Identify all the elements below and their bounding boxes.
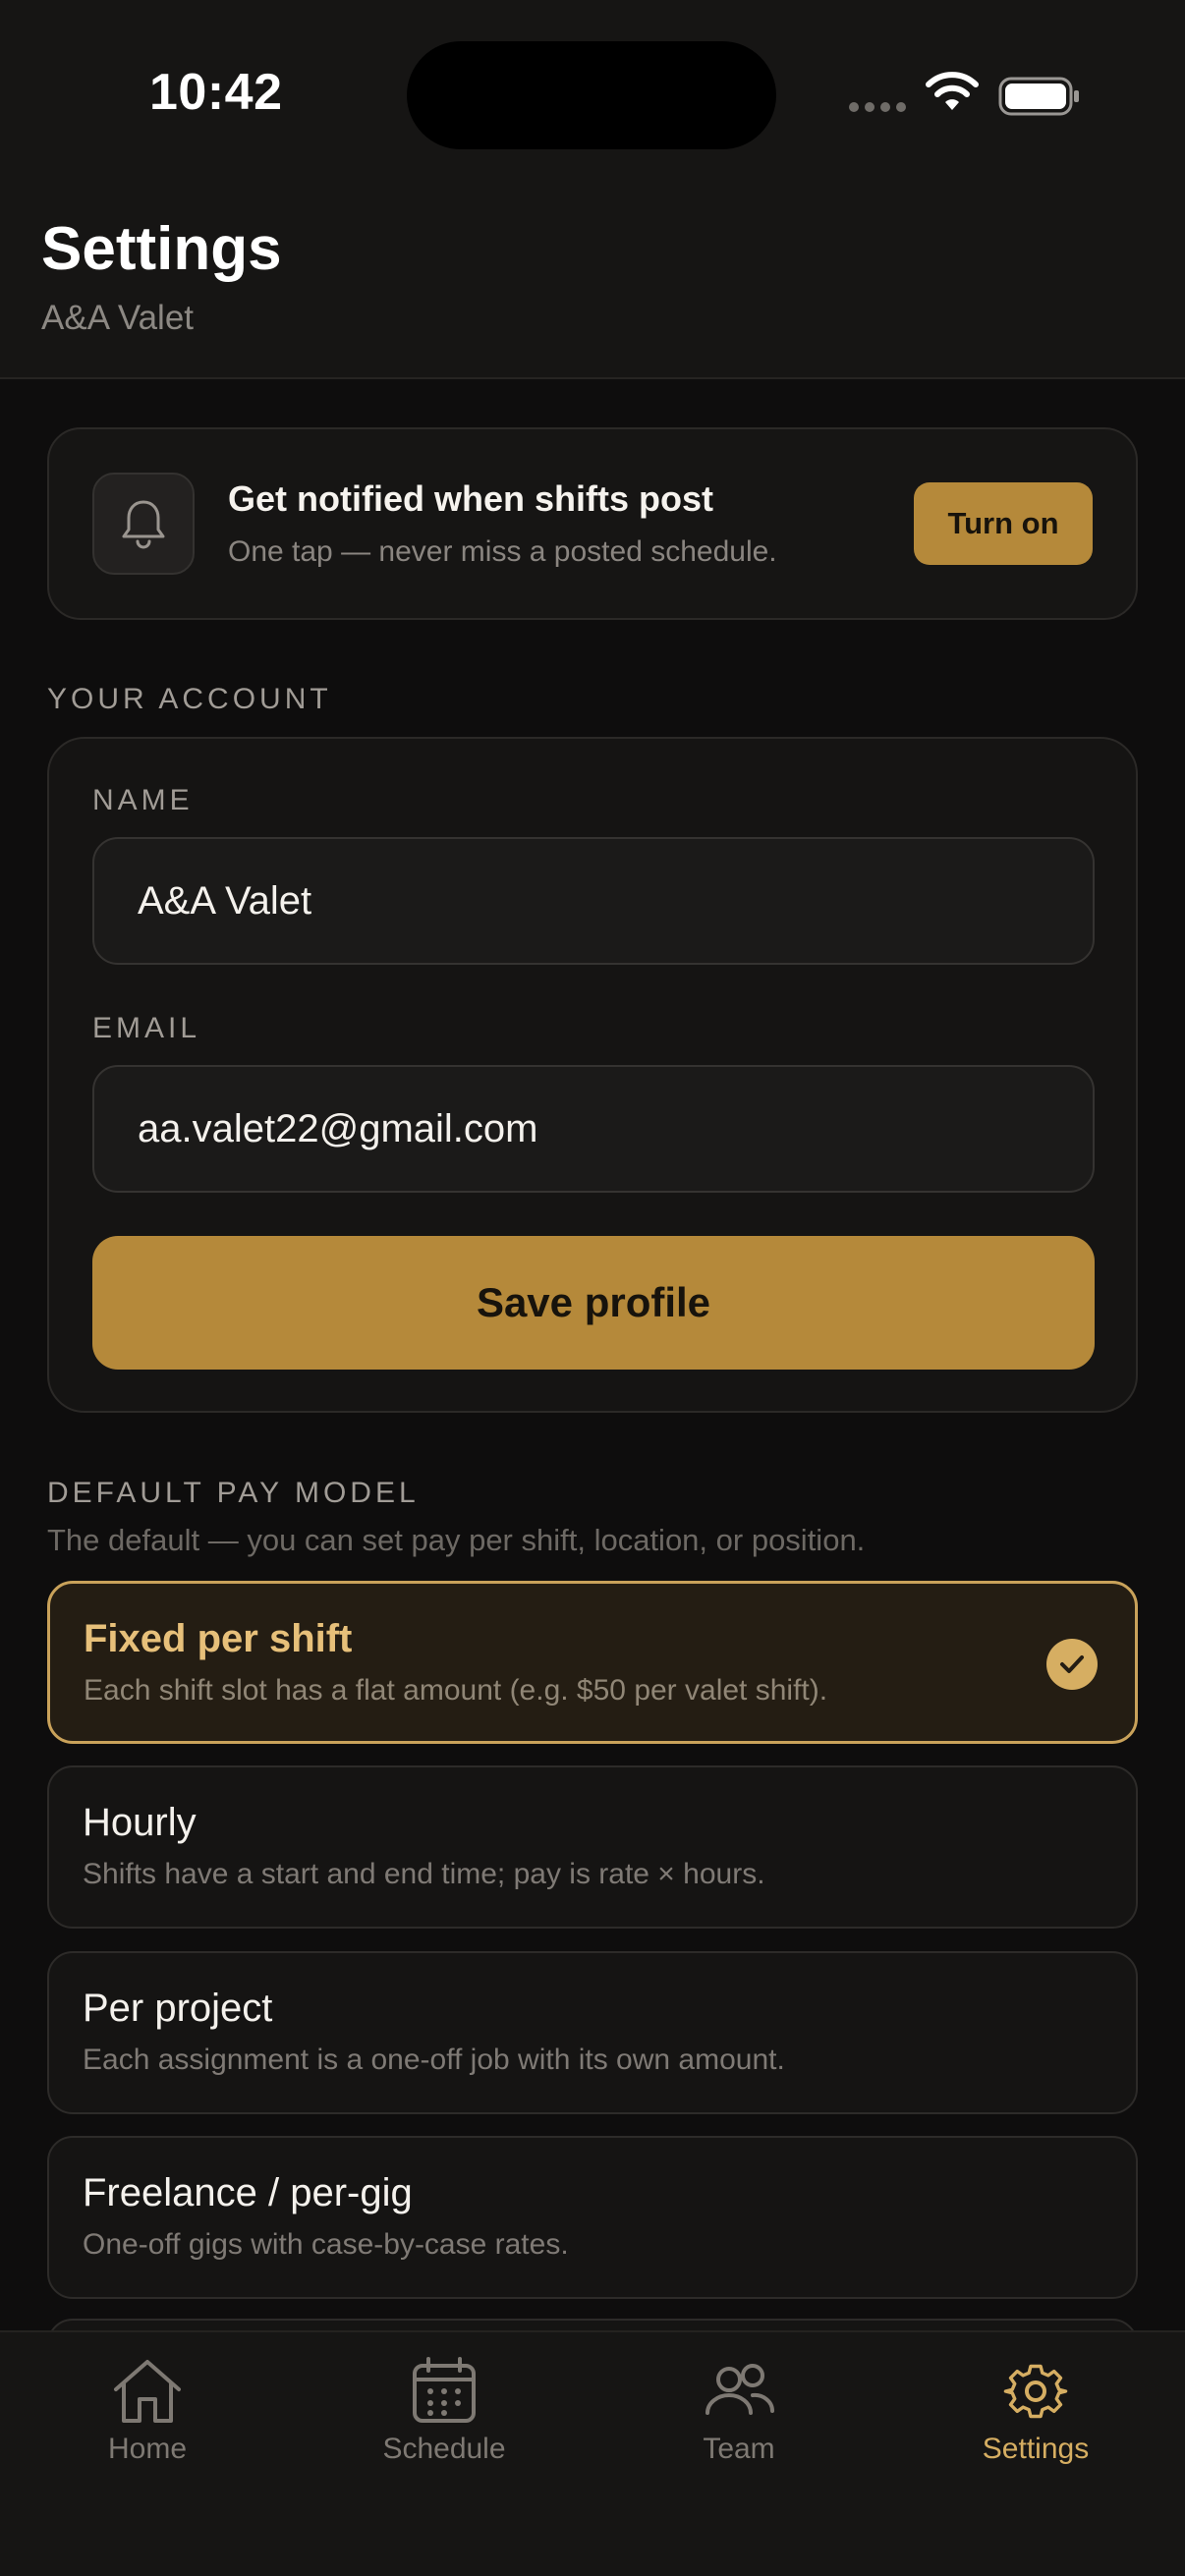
wifi-icon bbox=[926, 72, 979, 110]
tab-schedule-label: Schedule bbox=[382, 2433, 506, 2465]
pay-option-title: Per project bbox=[83, 1987, 273, 2030]
pay-option-hourly[interactable]: Hourly Shifts have a start and end time;… bbox=[47, 1765, 1138, 1929]
gear-icon bbox=[1003, 2364, 1068, 2419]
pay-model-section-label: DEFAULT PAY MODEL bbox=[47, 1477, 420, 1509]
name-field[interactable]: A&A Valet bbox=[92, 837, 1095, 965]
bottom-tab-bar: Home Schedule Team Settings bbox=[0, 2330, 1185, 2576]
pay-option-freelance-per-gig[interactable]: Freelance / per-gig One-off gigs with ca… bbox=[47, 2136, 1138, 2299]
page-title: Settings bbox=[41, 215, 282, 283]
battery-icon bbox=[998, 77, 1079, 116]
save-profile-button[interactable]: Save profile bbox=[92, 1236, 1095, 1370]
pay-model-description: The default — you can set pay per shift,… bbox=[47, 1523, 866, 1557]
email-field[interactable]: aa.valet22@gmail.com bbox=[92, 1065, 1095, 1193]
email-field-label: EMAIL bbox=[92, 1012, 201, 1044]
tab-team[interactable]: Team bbox=[592, 2356, 886, 2503]
tab-settings[interactable]: Settings bbox=[888, 2356, 1183, 2503]
team-icon bbox=[705, 2364, 775, 2415]
home-icon bbox=[114, 2360, 181, 2423]
tab-home-label: Home bbox=[107, 2433, 188, 2465]
calendar-icon bbox=[413, 2357, 476, 2423]
checkmark-icon bbox=[1046, 1639, 1098, 1690]
name-field-label: NAME bbox=[92, 784, 194, 816]
page-header: Settings A&A Valet bbox=[0, 187, 1185, 379]
pay-option-description: Each assignment is a one-off job with it… bbox=[83, 2044, 785, 2076]
pay-option-title: Fixed per shift bbox=[84, 1617, 353, 1660]
tab-home[interactable]: Home bbox=[0, 2356, 295, 2503]
status-bar: 10:42 bbox=[0, 0, 1185, 187]
notification-subtitle: One tap — never miss a posted schedule. bbox=[228, 535, 777, 568]
tab-team-label: Team bbox=[703, 2433, 775, 2465]
pay-option-per-project[interactable]: Per project Each assignment is a one-off… bbox=[47, 1951, 1138, 2114]
notification-title: Get notified when shifts post bbox=[228, 478, 713, 519]
tab-schedule[interactable]: Schedule bbox=[297, 2356, 592, 2503]
pay-option-description: Shifts have a start and end time; pay is… bbox=[83, 1858, 765, 1890]
pay-option-title: Freelance / per-gig bbox=[83, 2171, 413, 2214]
cellular-signal-icon bbox=[849, 102, 906, 112]
turn-on-notifications-button[interactable]: Turn on bbox=[914, 482, 1093, 565]
bell-icon-container bbox=[92, 473, 195, 575]
settings-screen: 10:42 Settings A&A Valet Get notified wh… bbox=[0, 0, 1185, 2576]
pay-option-description: Each shift slot has a flat amount (e.g. … bbox=[84, 1674, 828, 1707]
pay-option-description: One-off gigs with case-by-case rates. bbox=[83, 2228, 569, 2261]
pay-option-title: Hourly bbox=[83, 1801, 197, 1844]
pay-option-fixed-per-shift[interactable]: Fixed per shift Each shift slot has a fl… bbox=[47, 1581, 1138, 1744]
your-account-section-label: YOUR ACCOUNT bbox=[47, 683, 332, 715]
tab-settings-label: Settings bbox=[982, 2433, 1090, 2465]
status-time: 10:42 bbox=[149, 64, 283, 121]
dynamic-island bbox=[407, 41, 776, 149]
account-card: NAME A&A Valet EMAIL aa.valet22@gmail.co… bbox=[47, 737, 1138, 1413]
notification-prompt-card: Get notified when shifts post One tap — … bbox=[47, 427, 1138, 620]
bell-icon bbox=[122, 500, 165, 549]
page-subtitle: A&A Valet bbox=[41, 299, 195, 337]
